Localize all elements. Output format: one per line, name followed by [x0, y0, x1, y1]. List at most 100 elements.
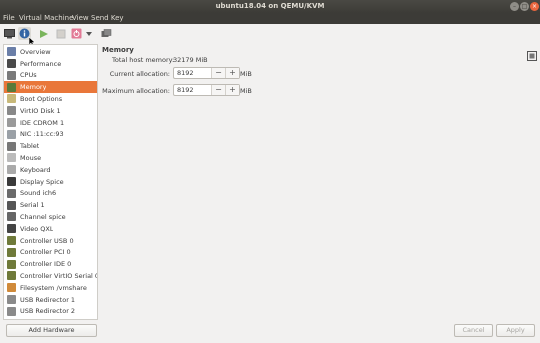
sidebar-item-tablet[interactable]: Tablet [4, 140, 97, 152]
tablet-icon [7, 141, 16, 151]
controller-icon [7, 259, 16, 269]
sidebar-item-label: Controller IDE 0 [20, 260, 72, 269]
sidebar-item-controller-virtio-serial-0[interactable]: Controller VirtIO Serial 0 [4, 270, 97, 282]
close-button[interactable]: × [530, 2, 539, 11]
sidebar-item-label: Sound ich6 [20, 189, 57, 198]
current-allocation-label: Current allocation: [109, 70, 170, 78]
usb-redirector-icon [7, 295, 16, 305]
sidebar-item-ide-cdrom-1[interactable]: IDE CDROM 1 [4, 117, 97, 129]
sidebar-item-label: CPUs [20, 71, 37, 80]
sidebar-item-label: Memory [20, 83, 47, 92]
add-hardware-button[interactable]: Add Hardware [6, 324, 97, 337]
hardware-list: Overview Performance CPUs Memory Boot Option… [3, 44, 98, 320]
disk-icon [7, 106, 16, 116]
sidebar-item-nic-11-cc-93[interactable]: NIC :11:cc:93 [4, 129, 97, 141]
window-title: ubuntu18.04 on QEMU/KVM [215, 2, 325, 10]
sidebar-item-serial-1[interactable]: Serial 1 [4, 199, 97, 211]
controller-icon [7, 236, 16, 246]
controller-icon [7, 247, 16, 257]
sidebar-item-performance[interactable]: Performance [4, 58, 97, 70]
snapshot-icon [101, 28, 112, 37]
current-unit-label: MiB [240, 70, 252, 78]
sidebar-item-virtio-disk-1[interactable]: VirtIO Disk 1 [4, 105, 97, 117]
sidebar-item-label: Boot Options [20, 94, 63, 103]
sidebar-item-label: Controller USB 0 [20, 236, 74, 245]
console-button[interactable] [3, 27, 16, 40]
keyboard-icon [7, 165, 16, 175]
menu-virtual-machine[interactable]: Virtual Machine [19, 14, 73, 22]
usb-redirector-icon [7, 306, 16, 316]
sidebar-item-label: USB Redirector 2 [20, 307, 76, 316]
channel-icon [7, 212, 16, 222]
sidebar-item-label: NIC :11:cc:93 [20, 130, 64, 139]
video-icon [7, 224, 16, 234]
pause-button[interactable] [54, 27, 67, 40]
current-allocation-input[interactable]: 8192 [174, 68, 211, 78]
shutdown-menu-button[interactable] [85, 27, 93, 40]
sidebar-item-label: Video QXL [20, 224, 54, 233]
menu-view[interactable]: View [72, 14, 89, 22]
sidebar-item-memory[interactable]: Memory [4, 81, 97, 93]
monitor-icon [4, 28, 15, 38]
sidebar-item-channel-spice[interactable]: Channel spice [4, 211, 97, 223]
sidebar-item-label: Overview [20, 47, 51, 56]
nic-icon [7, 129, 16, 139]
boot-options-icon [7, 94, 16, 104]
memory-details-panel: Memory Total host memory: 32179 MiB Curr… [100, 44, 537, 320]
sidebar-item-label: Tablet [20, 142, 40, 151]
cancel-button[interactable]: Cancel [454, 324, 493, 337]
memory-icon [7, 82, 16, 92]
menu-send-key[interactable]: Send Key [91, 14, 124, 22]
max-allocation-input[interactable]: 8192 [174, 85, 211, 95]
sidebar-item-mouse[interactable]: Mouse [4, 152, 97, 164]
pause-icon [56, 29, 65, 38]
current-decrement-button[interactable]: − [211, 68, 225, 78]
sidebar-item-keyboard[interactable]: Keyboard [4, 164, 97, 176]
serial-icon [7, 200, 16, 210]
max-unit-label: MiB [240, 87, 252, 95]
chevron-down-icon [86, 31, 92, 36]
sidebar-item-controller-pci-0[interactable]: Controller PCI 0 [4, 247, 97, 259]
maximize-button[interactable]: □ [520, 2, 529, 11]
total-memory-value: 32179 MiB [173, 56, 208, 64]
sidebar-item-label: Display Spice [20, 177, 64, 186]
max-decrement-button[interactable]: − [211, 85, 225, 95]
sidebar-item-video-qxl[interactable]: Video QXL [4, 223, 97, 235]
sidebar-item-usb-redirector-2[interactable]: USB Redirector 2 [4, 306, 97, 318]
toolbar [0, 24, 540, 61]
title-bar: ubuntu18.04 on QEMU/KVM – □ × [0, 0, 540, 13]
sidebar-item-boot-options[interactable]: Boot Options [4, 93, 97, 105]
sidebar-item-label: Keyboard [20, 165, 51, 174]
sidebar-item-label: Controller PCI 0 [20, 248, 71, 257]
sidebar-item-label: VirtIO Disk 1 [20, 106, 61, 115]
sidebar-item-controller-usb-0[interactable]: Controller USB 0 [4, 235, 97, 247]
sidebar-item-label: Mouse [20, 153, 42, 162]
section-title: Memory [102, 46, 134, 54]
max-allocation-spinner: 8192 − + [173, 84, 240, 96]
sidebar-item-display-spice[interactable]: Display Spice [4, 176, 97, 188]
shutdown-button[interactable] [70, 27, 83, 40]
sidebar-item-controller-ide-0[interactable]: Controller IDE 0 [4, 258, 97, 270]
minimize-button[interactable]: – [510, 2, 519, 11]
current-increment-button[interactable]: + [225, 68, 239, 78]
sidebar-item-sound-ich6[interactable]: Sound ich6 [4, 188, 97, 200]
controller-icon [7, 271, 16, 281]
run-button[interactable] [37, 27, 50, 40]
display-icon [7, 177, 16, 187]
apply-button[interactable]: Apply [496, 324, 535, 337]
cdrom-icon [7, 118, 16, 128]
menu-file[interactable]: File [3, 14, 15, 22]
sidebar-item-overview[interactable]: Overview [4, 46, 97, 58]
sidebar-item-label: Serial 1 [20, 201, 45, 210]
menu-bar: File Virtual Machine View Send Key [0, 13, 540, 24]
sidebar-item-label: Filesystem /vmshare [20, 283, 87, 292]
sidebar-item-filesystem-vmshare[interactable]: Filesystem /vmshare [4, 282, 97, 294]
max-increment-button[interactable]: + [225, 85, 239, 95]
sidebar-item-usb-redirector-1[interactable]: USB Redirector 1 [4, 294, 97, 306]
sidebar-item-label: Controller VirtIO Serial 0 [20, 271, 97, 280]
sound-icon [7, 188, 16, 198]
sidebar-item-cpus[interactable]: CPUs [4, 70, 97, 82]
sidebar-item-label: Channel spice [20, 212, 66, 221]
cpu-icon [7, 70, 16, 80]
snapshots-button[interactable] [100, 27, 113, 40]
